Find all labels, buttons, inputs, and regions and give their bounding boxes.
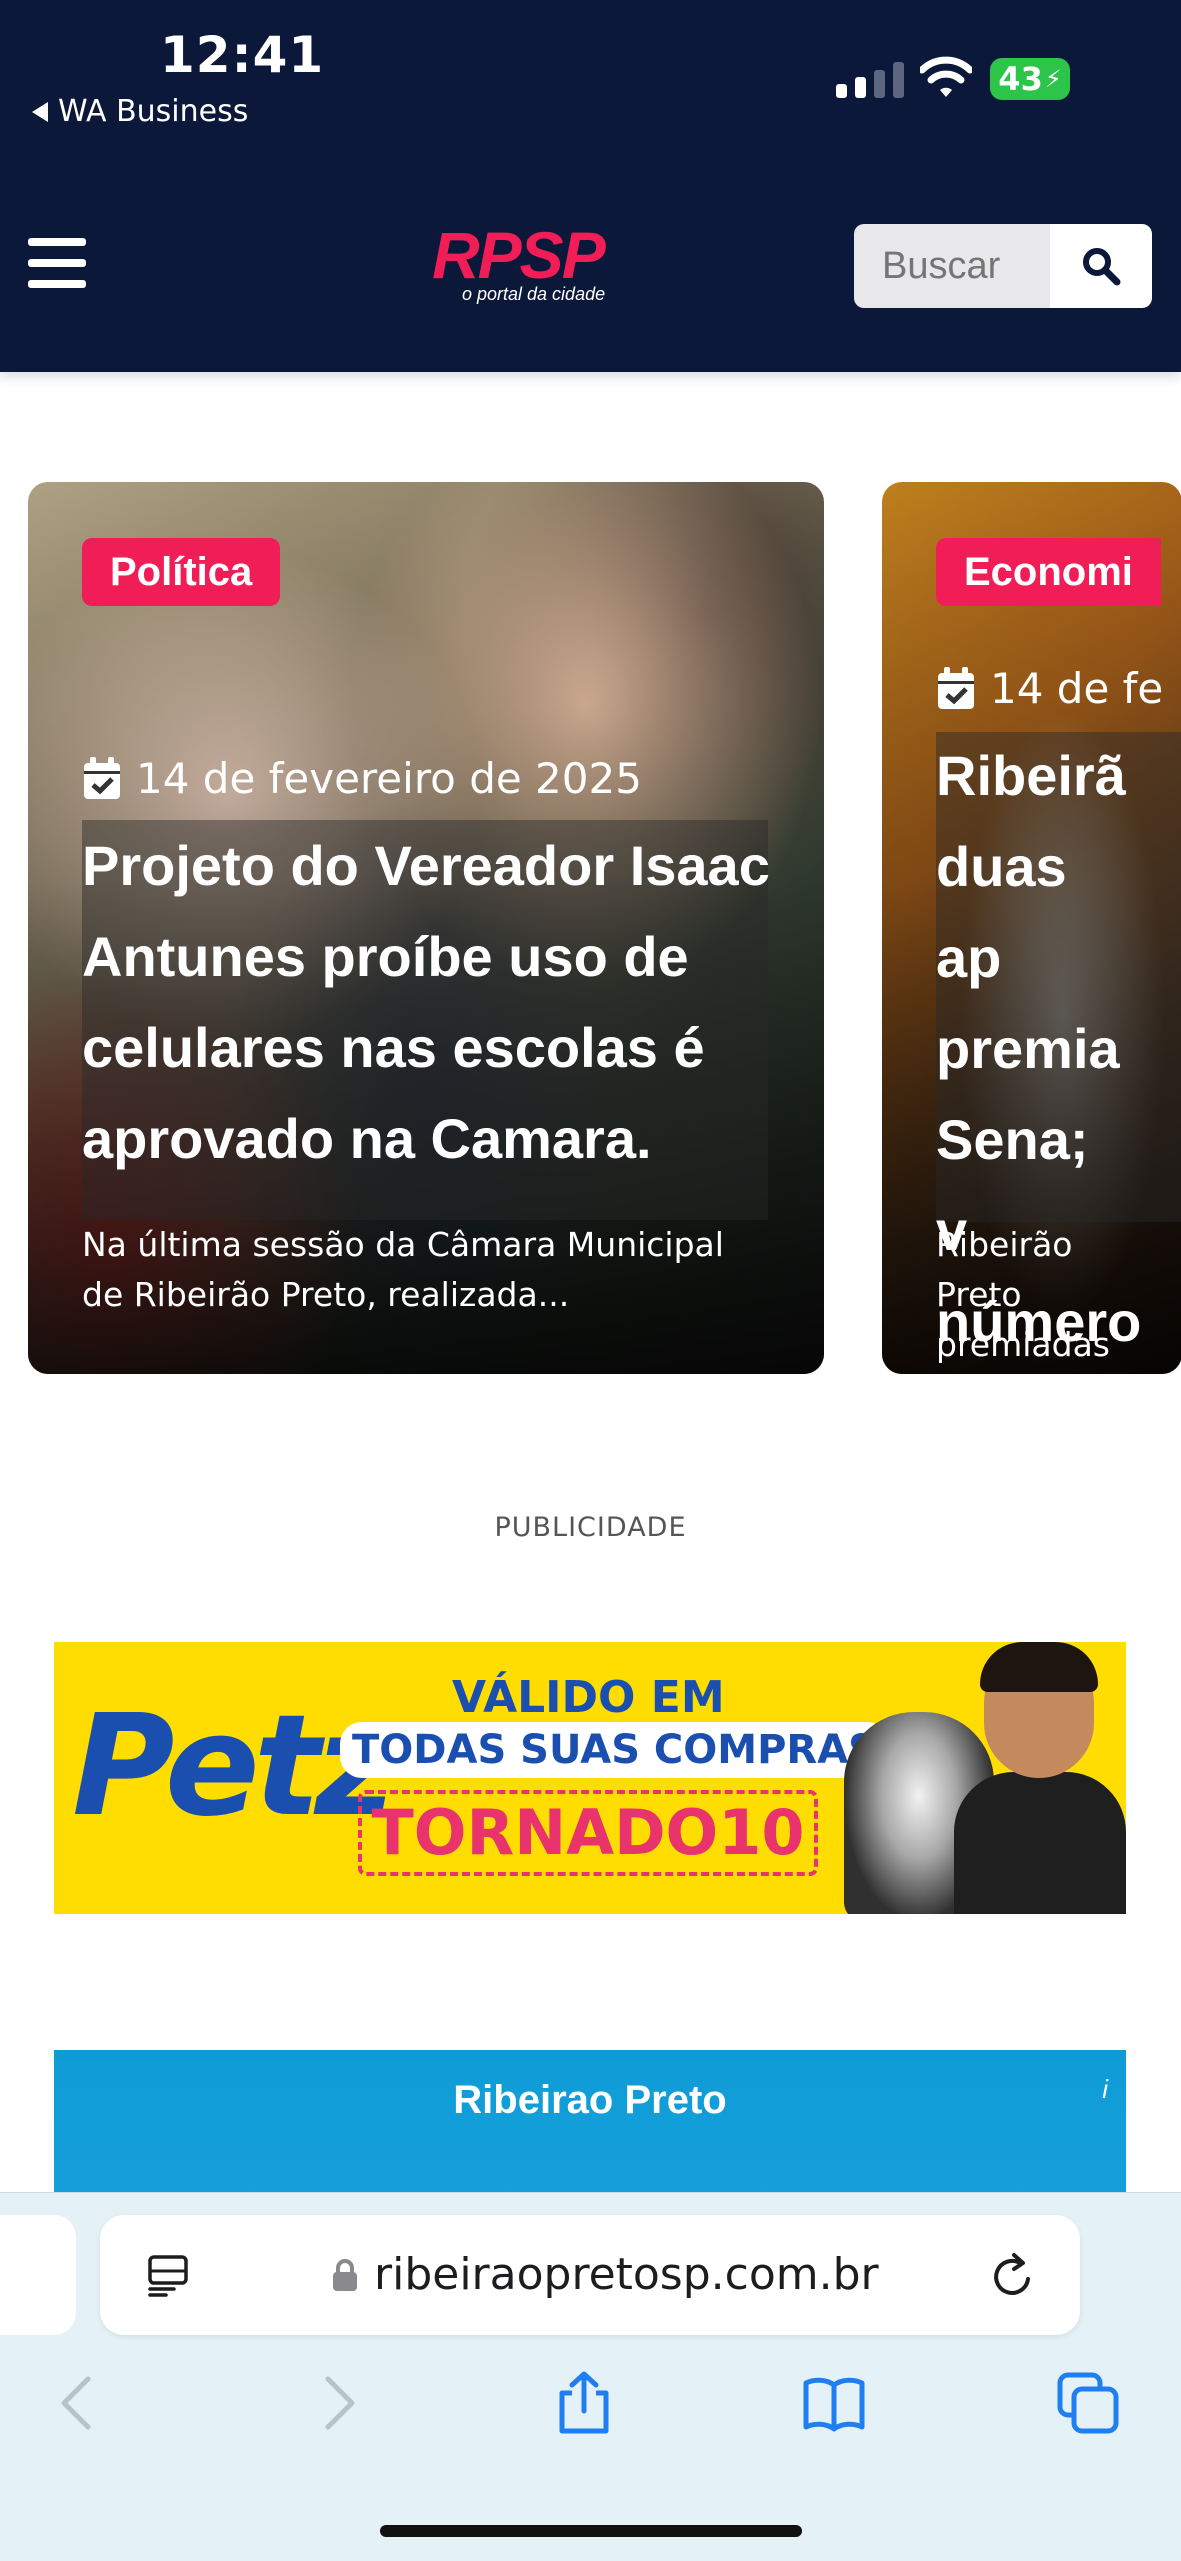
reload-icon[interactable]	[990, 2253, 1036, 2299]
back-to-app-link[interactable]: WA Business	[32, 94, 248, 129]
search-icon	[1083, 248, 1121, 286]
news-card[interactable]: Economi 14 de fe Ribeirã duas ap premia …	[882, 482, 1181, 1374]
article-date-text: 14 de fe	[990, 664, 1164, 713]
lock-icon	[333, 2259, 357, 2291]
ad-person-image	[954, 1642, 1126, 1914]
ad-line-valid: VÁLIDO EM	[452, 1672, 725, 1723]
search-box	[854, 224, 1152, 308]
hamburger-icon[interactable]	[28, 238, 86, 288]
search-input[interactable]	[854, 224, 1050, 308]
logo-text: RPSP	[432, 218, 606, 292]
battery-level: 43	[998, 60, 1043, 98]
ad-line-all-purchases: TODAS SUAS COMPRAS	[340, 1722, 889, 1778]
info-icon[interactable]: i	[1102, 2074, 1108, 2105]
site-logo[interactable]: RPSP o portal da cidade	[432, 222, 672, 312]
home-indicator	[380, 2525, 802, 2537]
ad-banner[interactable]: Petz VÁLIDO EM TODAS SUAS COMPRAS TORNAD…	[54, 1642, 1126, 1914]
cellular-signal-icon	[836, 62, 904, 98]
article-excerpt: Na última sessão da Câmara Municipal de …	[82, 1225, 724, 1314]
url-text[interactable]: ribeiraopretosp.com.br	[374, 2249, 879, 2300]
back-app-label: WA Business	[58, 94, 249, 129]
category-badge[interactable]: Economi	[936, 538, 1161, 606]
news-card[interactable]: Política 14 de fevereiro de 2025 Projeto…	[28, 482, 824, 1374]
article-date: 14 de fevereiro de 2025	[82, 754, 642, 803]
advertising-label: PUBLICIDADE	[494, 1512, 687, 1543]
article-excerpt-text: Ribeirão Preto premiadas na	[936, 1225, 1110, 1364]
search-button[interactable]	[1050, 224, 1152, 308]
weather-city: Ribeirao Preto	[453, 2078, 727, 2122]
article-excerpt: Ribeirão Preto premiadas na	[936, 1220, 1181, 1374]
calendar-check-icon	[938, 666, 974, 709]
calendar-check-icon	[84, 756, 120, 799]
article-date-text: 14 de fevereiro de 2025	[136, 754, 642, 803]
category-badge[interactable]: Política	[82, 538, 281, 606]
reader-icon[interactable]	[146, 2253, 190, 2297]
logo-subtitle: o portal da cidade	[462, 284, 606, 304]
previous-tab-preview[interactable]	[0, 2215, 76, 2335]
charging-bolt-icon: ⚡	[1044, 65, 1062, 93]
battery-indicator: 43 ⚡	[990, 58, 1070, 100]
bookmarks-icon[interactable]	[802, 2371, 866, 2435]
forward-icon[interactable]	[304, 2371, 368, 2435]
browser-toolbar: ribeiraopretosp.com.br	[0, 2192, 1181, 2561]
ad-coupon-code: TORNADO10	[358, 1790, 818, 1876]
back-icon[interactable]	[48, 2371, 112, 2435]
status-time: 12:41	[160, 26, 325, 84]
article-date: 14 de fe	[936, 664, 1163, 713]
share-icon[interactable]	[552, 2371, 616, 2435]
tabs-icon[interactable]	[1056, 2371, 1120, 2435]
article-headline[interactable]: Projeto do Vereador Isaac Antunes proíbe…	[82, 820, 782, 1184]
wifi-icon	[920, 56, 972, 97]
back-triangle-icon	[32, 101, 48, 122]
address-bar[interactable]: ribeiraopretosp.com.br	[100, 2215, 1080, 2335]
site-header: 12:41 WA Business 43 ⚡ RPSP o portal da …	[0, 0, 1181, 372]
